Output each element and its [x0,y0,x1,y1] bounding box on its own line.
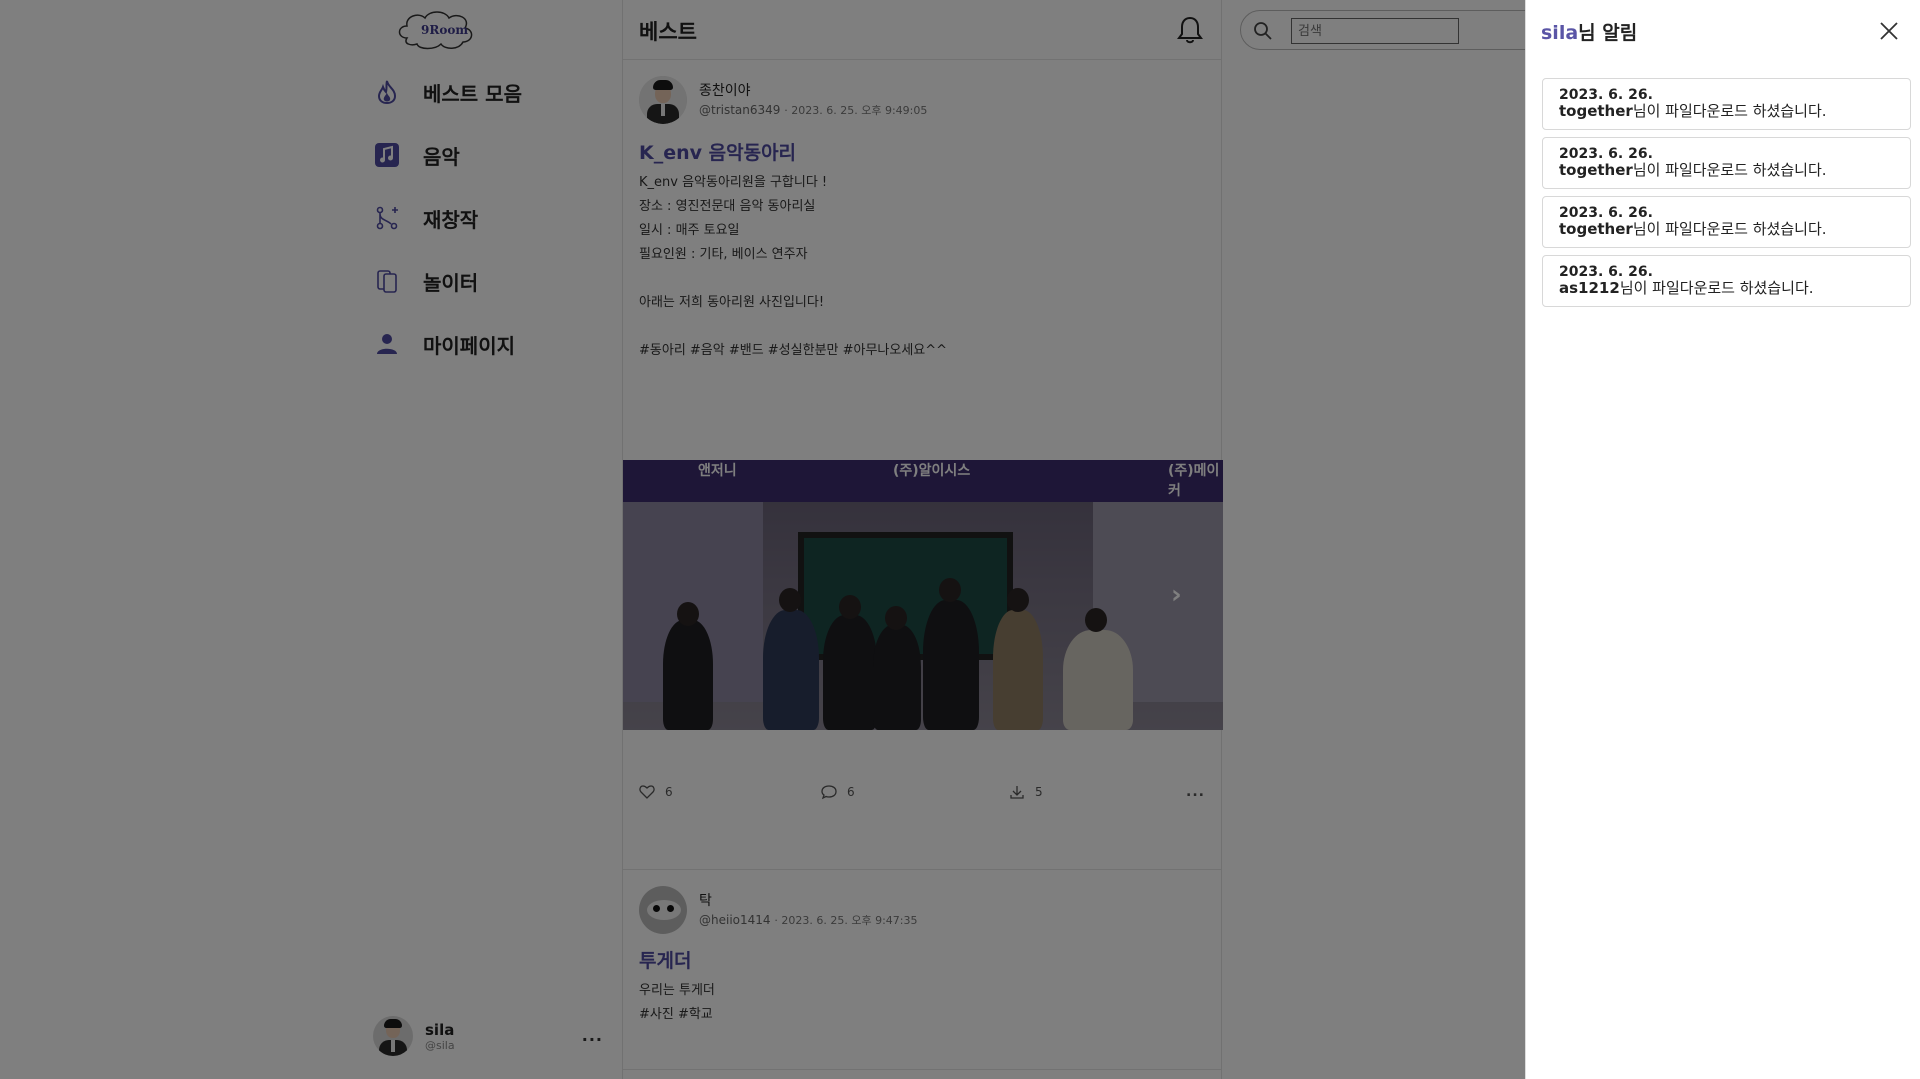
notification-text: 님이 파일다운로드 하셨습니다. [1632,161,1827,179]
notification-item[interactable]: 2023. 6. 26. as1212님이 파일다운로드 하셨습니다. [1542,255,1911,307]
notification-text: 님이 파일다운로드 하셨습니다. [1632,220,1827,238]
notification-date: 2023. 6. 26. [1559,146,1653,162]
notification-message: together님이 파일다운로드 하셨습니다. [1559,103,1894,120]
close-icon[interactable] [1878,20,1900,42]
notification-message: together님이 파일다운로드 하셨습니다. [1559,162,1894,179]
notification-user: together [1559,161,1633,179]
notification-item[interactable]: 2023. 6. 26. together님이 파일다운로드 하셨습니다. [1542,78,1911,130]
notification-message: together님이 파일다운로드 하셨습니다. [1559,221,1894,238]
notification-text: 님이 파일다운로드 하셨습니다. [1632,102,1827,120]
notification-text: 님이 파일다운로드 하셨습니다. [1619,279,1814,297]
notification-title-suffix: 님 알림 [1578,22,1638,44]
notification-list: 2023. 6. 26. together님이 파일다운로드 하셨습니다. 20… [1542,78,1911,314]
notification-user: together [1559,102,1633,120]
modal-backdrop[interactable] [0,0,1525,1079]
notification-date: 2023. 6. 26. [1559,87,1653,103]
notification-item[interactable]: 2023. 6. 26. together님이 파일다운로드 하셨습니다. [1542,137,1911,189]
notification-date: 2023. 6. 26. [1559,205,1653,221]
notification-message: as1212님이 파일다운로드 하셨습니다. [1559,280,1894,297]
notification-date: 2023. 6. 26. [1559,264,1653,280]
notification-item[interactable]: 2023. 6. 26. together님이 파일다운로드 하셨습니다. [1542,196,1911,248]
notification-panel: sila님 알림 2023. 6. 26. together님이 파일다운로드 … [1525,0,1920,1079]
notification-user: sila [1541,22,1579,44]
notification-user: as1212 [1559,279,1620,297]
notification-panel-title: sila님 알림 [1541,18,1637,45]
notification-user: together [1559,220,1633,238]
